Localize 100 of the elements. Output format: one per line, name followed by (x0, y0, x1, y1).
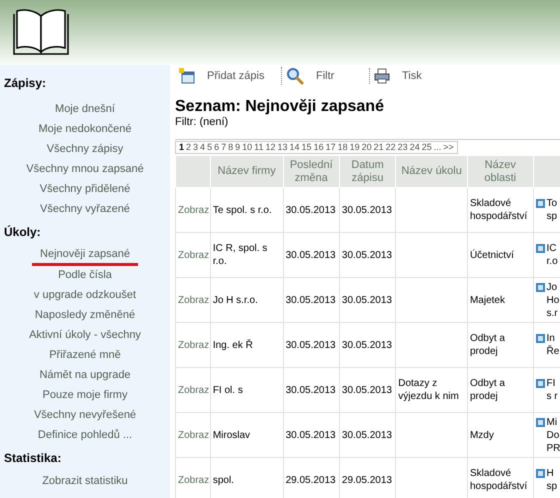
page-link[interactable]: 13 (276, 142, 289, 153)
page-link[interactable]: 18 (336, 142, 349, 153)
page-link[interactable]: 14 (288, 142, 301, 153)
table-cell-text: To sp (546, 197, 558, 223)
table-cell: 30.05.2013 (283, 278, 340, 322)
table-cell: 30.05.2013 (339, 322, 396, 368)
page-link[interactable]: 21 (372, 142, 385, 153)
page-link[interactable]: 3 (192, 142, 200, 153)
table-cell: 30.05.2013 (283, 412, 340, 458)
sidebar-link[interactable]: Všechny mnou zapsané (26, 161, 144, 179)
page-link[interactable]: 19 (348, 142, 361, 153)
table-cell: Jo Ho s.r (546, 280, 560, 320)
link-icon[interactable] (536, 418, 545, 426)
printer-icon[interactable] (374, 68, 390, 84)
sidebar-link[interactable]: Moje nedokončené (38, 121, 132, 139)
table-cell: 30.05.2013 (339, 188, 396, 232)
sidebar-link[interactable]: Všechny nevyřešené (34, 407, 136, 425)
link-icon[interactable] (536, 199, 545, 208)
table-cell: Jo H s.r.o. (210, 278, 284, 322)
table-cell: 29.05.2013 (283, 458, 340, 498)
table-cell (396, 232, 468, 278)
page-link[interactable]: 23 (396, 142, 409, 153)
page-link[interactable]: 15 (300, 142, 313, 153)
table-cell-text: FI s r (546, 377, 559, 403)
table-cell: Mi Do PR (546, 416, 560, 454)
sidebar-link[interactable]: Naposledy změněné (34, 307, 136, 325)
page-link[interactable]: 16 (312, 142, 325, 153)
table-cell: Ing. ek Ř (210, 322, 284, 368)
section-heading: Zápisy: (3, 75, 48, 92)
table-cell: 30.05.2013 (283, 368, 340, 412)
link-icon[interactable] (536, 334, 545, 343)
page-link[interactable]: 10 (241, 142, 254, 153)
table-cell: 30.05.2013 (283, 232, 340, 278)
link-icon[interactable] (536, 469, 545, 478)
table-cell: spol. (210, 458, 284, 498)
table-cell-text: IC r.o (546, 242, 559, 268)
page-link[interactable]: 9 (234, 142, 242, 153)
table-cell: IC R, spol. s r.o. (210, 232, 284, 278)
search-icon[interactable] (286, 67, 304, 85)
table-cell: In Ře (546, 332, 560, 358)
page-link[interactable]: 7 (220, 142, 228, 153)
column-header: Datum zápisu (339, 156, 396, 188)
page-link[interactable]: 17 (324, 142, 337, 153)
column-header: Název úkolu (396, 156, 468, 188)
page-link[interactable]: 1 (178, 142, 186, 153)
table-cell: Majetek (467, 278, 534, 322)
table-cell: Účetnictví (467, 232, 534, 278)
page-link[interactable]: 4 (199, 142, 206, 153)
page-link[interactable]: >> (442, 142, 455, 153)
page-link[interactable]: 5 (206, 142, 214, 153)
sidebar-link[interactable]: Přiřazené mně (49, 347, 121, 365)
page-link[interactable]: 22 (384, 142, 397, 153)
link-icon[interactable] (536, 282, 545, 292)
sidebar-link[interactable]: Nejnověji zapsané (32, 246, 138, 266)
table-cell: Te spol. s r.o. (210, 188, 284, 232)
toolbar-link[interactable]: Přidat zápis (207, 68, 264, 84)
table-cell: Miroslav (210, 412, 284, 458)
page-link[interactable]: ... (432, 142, 442, 153)
table-cell: 30.05.2013 (339, 368, 396, 412)
table-cell (396, 188, 468, 232)
table-cell: 30.05.2013 (283, 188, 340, 232)
page-link[interactable]: 8 (227, 142, 234, 153)
toolbar-link[interactable]: Tisk (402, 68, 422, 84)
sidebar-link[interactable]: Definice pohledů ... (38, 427, 132, 445)
sidebar-link[interactable]: v upgrade odzkoušet (34, 287, 136, 305)
sidebar-link[interactable]: Zobrazit statistiku (42, 473, 128, 491)
table-cell: 30.05.2013 (339, 278, 396, 322)
table-cell: 30.05.2013 (283, 322, 340, 368)
table-cell: FI ol. s (210, 368, 284, 412)
page-link[interactable]: 11 (253, 142, 264, 153)
sidebar-link[interactable]: Pouze moje firmy (42, 387, 128, 405)
page-link[interactable]: 24 (408, 142, 421, 153)
sidebar-link[interactable]: Moje dnešní (55, 101, 115, 119)
toolbar-link[interactable]: Filtr (316, 68, 334, 84)
column-header: Název oblasti (467, 156, 534, 188)
page-link[interactable]: 25 (420, 142, 433, 153)
link-icon[interactable] (536, 244, 545, 253)
filter-text: Filtr: (není) (175, 116, 230, 129)
page-title: Seznam: Nejnověji zapsané (175, 98, 385, 116)
table-cell: 30.05.2013 (339, 232, 396, 278)
page-link[interactable]: 2 (185, 142, 192, 153)
page-link[interactable]: 12 (264, 142, 277, 153)
section-heading: Statistika: (3, 450, 62, 467)
sidebar-link[interactable]: Všechny zápisy (46, 141, 124, 159)
table-cell: Mzdy (467, 412, 534, 458)
sidebar-link[interactable]: Námět na upgrade (39, 367, 131, 385)
sidebar-link[interactable]: Všechny vyřazené (40, 201, 130, 219)
book-icon (12, 8, 70, 58)
column-header (176, 156, 210, 188)
sidebar-link[interactable]: Aktivní úkoly - všechny (29, 327, 141, 345)
page-link[interactable]: 20 (360, 142, 373, 153)
table-cell: Odbyt a prodej (467, 322, 534, 368)
new-item-icon[interactable] (179, 68, 195, 84)
table-cell (396, 278, 468, 322)
column-header: Poslední změna (283, 156, 340, 188)
link-icon[interactable] (536, 379, 545, 388)
page-link[interactable]: 6 (213, 142, 220, 153)
table-cell-text: H sp (546, 467, 558, 493)
sidebar-link[interactable]: Všechny přidělené (40, 181, 130, 199)
sidebar-link[interactable]: Podle čísla (58, 267, 112, 285)
